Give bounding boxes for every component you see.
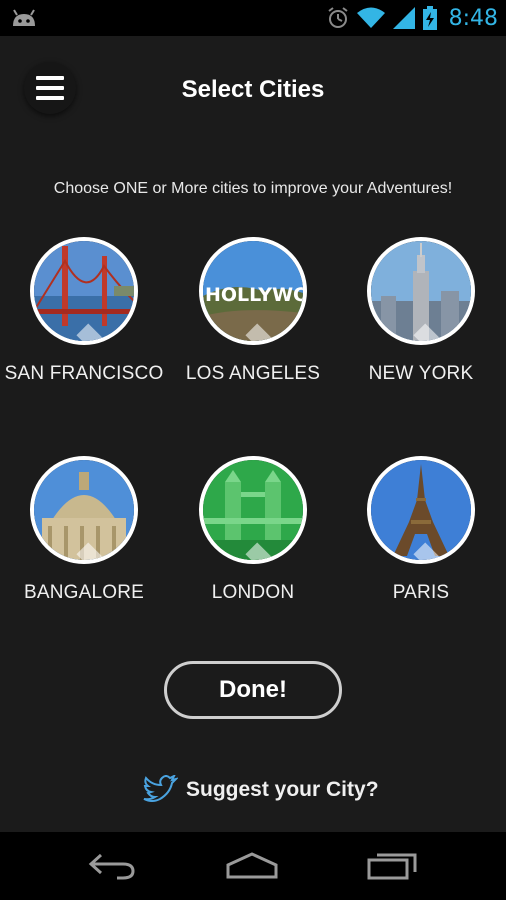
android-icon [13,9,35,26]
city-label: SAN FRANCISCO [4,363,164,384]
battery-charging-icon [422,6,437,30]
checkmark-icon [413,310,471,341]
checkmark-icon [76,310,134,341]
checkmark-icon [245,529,303,560]
city-bangalore[interactable]: BANGALORE [0,456,168,604]
signal-icon [392,7,415,29]
city-san-francisco[interactable]: SAN FRANCISCO [0,237,168,385]
city-los-angeles[interactable]: HOLLYWO LOS ANGELES [169,237,337,385]
suggest-city-label: Suggest your City? [186,778,379,801]
city-label: BANGALORE [23,582,145,603]
status-time: 8:48 [448,5,498,31]
city-image-empire-state-building [367,237,475,345]
recent-apps-button[interactable] [362,848,422,884]
home-button[interactable] [222,848,282,884]
wifi-icon [356,7,385,28]
city-label: NEW YORK [368,363,474,384]
city-image-hollywood-sign: HOLLYWO [199,237,307,345]
status-bar: 8:48 [0,0,506,36]
page-title: Select Cities [181,76,325,103]
city-image-tower-bridge [199,456,307,564]
city-london[interactable]: LONDON [169,456,337,604]
city-paris[interactable]: PARIS [337,456,505,604]
alarm-icon [327,7,348,28]
recent-apps-icon [367,853,417,880]
back-icon [88,853,135,880]
checkmark-icon [245,310,303,341]
back-button[interactable] [82,848,142,884]
city-label: LOS ANGELES [185,363,321,384]
checkmark-icon [76,529,134,560]
city-image-golden-gate-bridge [30,237,138,345]
done-button[interactable]: Done! [164,661,342,719]
city-label: LONDON [211,582,295,603]
home-icon [226,852,278,879]
city-image-vidhana-soudha [30,456,138,564]
twitter-bird-icon [143,775,178,802]
city-label: PARIS [392,582,450,603]
checkmark-icon [413,529,471,560]
navigation-bar [0,832,506,900]
city-image-eiffel-tower [367,456,475,564]
subtitle: Choose ONE or More cities to improve you… [53,180,453,197]
suggest-city-link[interactable]: Suggest your City? [142,772,379,808]
city-new-york[interactable]: NEW YORK [337,237,505,385]
